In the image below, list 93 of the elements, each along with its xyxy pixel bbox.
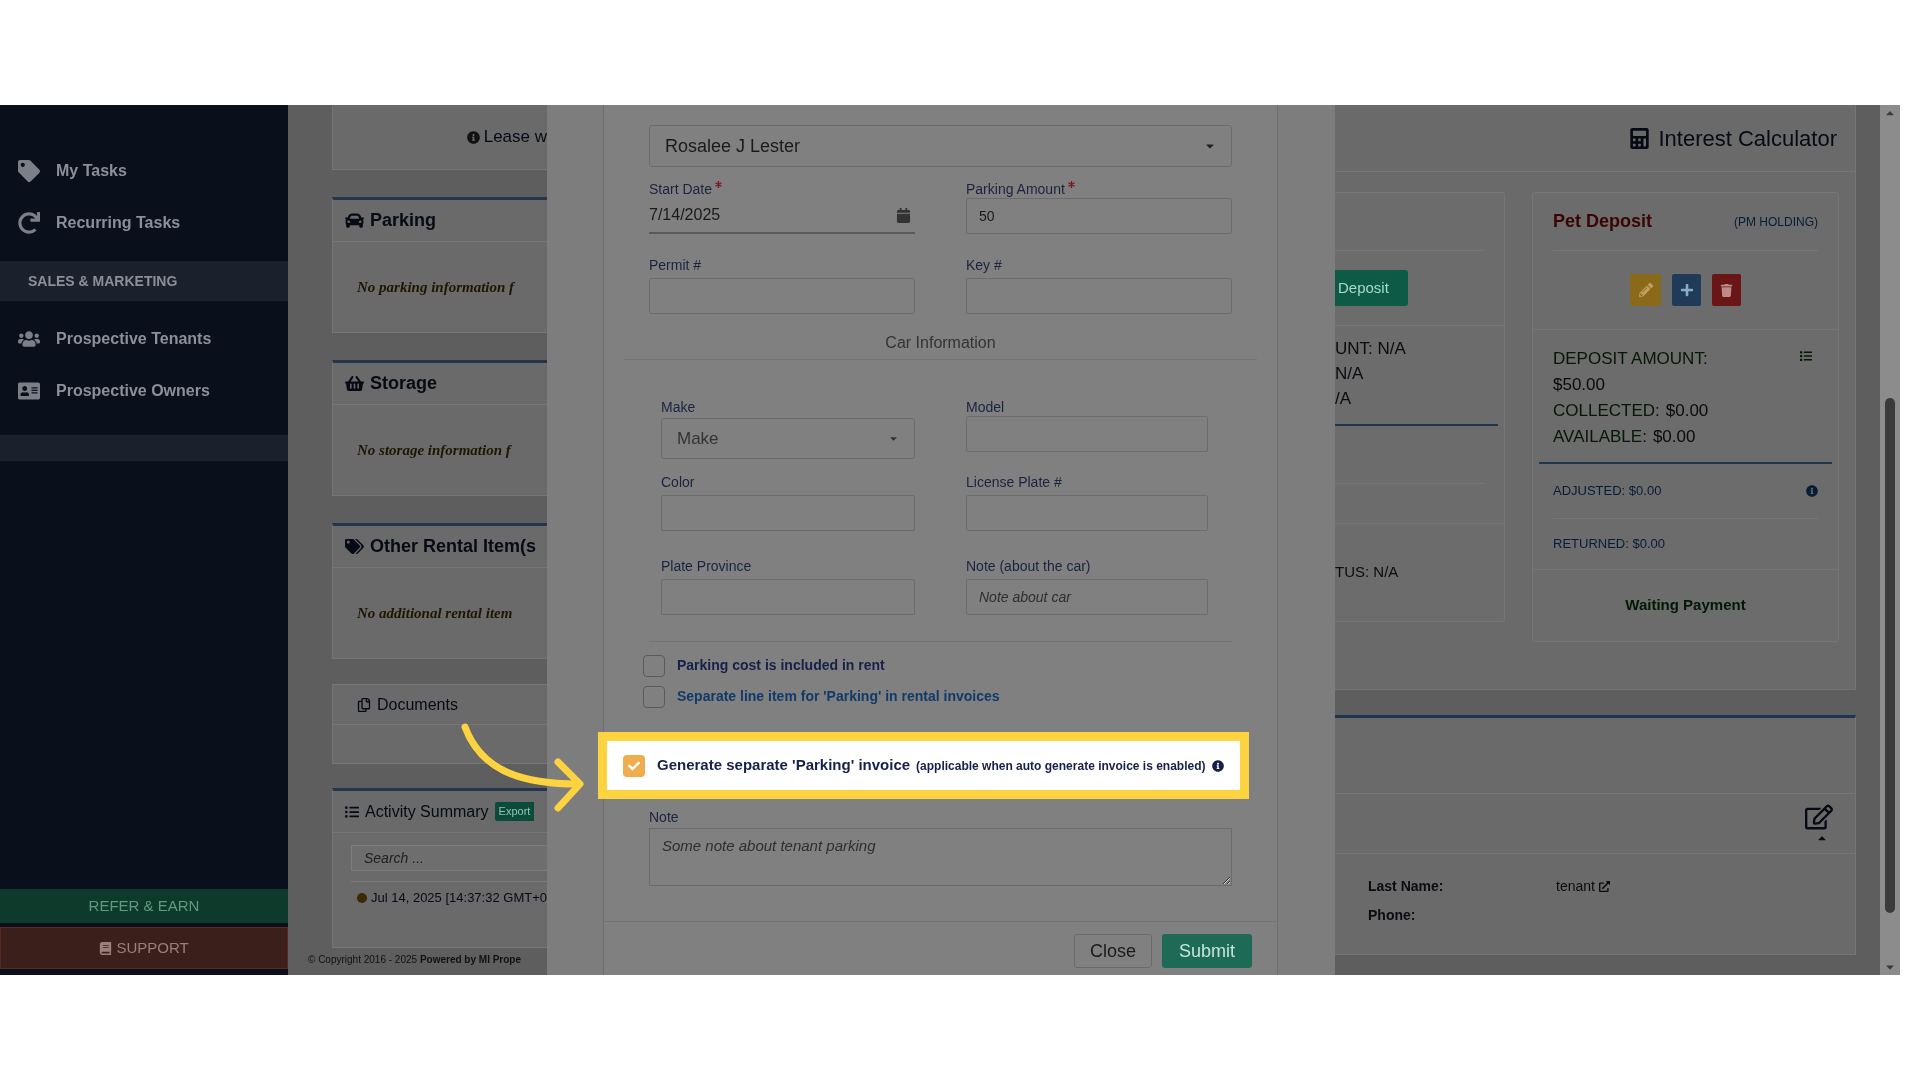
trash-icon bbox=[1720, 283, 1733, 297]
sidebar-section-header: SALES & MARKETING bbox=[0, 261, 288, 301]
summary-value: $0.00 bbox=[1652, 426, 1696, 448]
add-button[interactable] bbox=[1672, 274, 1701, 306]
lease-notice: Lease w bbox=[483, 126, 547, 149]
field-label: Last Name: bbox=[1368, 877, 1445, 896]
returned-amount: RETURNED: $0.00 bbox=[1553, 535, 1665, 554]
deposit-detail: N/A bbox=[1335, 363, 1365, 385]
calendar-icon bbox=[896, 207, 911, 223]
checkbox[interactable] bbox=[643, 654, 665, 677]
field-label: Note (about the car) bbox=[966, 557, 1091, 575]
input-field[interactable]: 50 bbox=[966, 198, 1232, 234]
summary-label: DEPOSIT AMOUNT: bbox=[1553, 348, 1708, 370]
basket-icon bbox=[345, 374, 364, 393]
panel-title: Documents bbox=[377, 694, 458, 715]
summary-label: COLLECTED: bbox=[1553, 400, 1660, 422]
car-icon bbox=[345, 211, 364, 230]
info-icon bbox=[466, 130, 480, 144]
panel-title: Activity Summary bbox=[365, 801, 489, 822]
empty-message: No parking information f bbox=[357, 277, 515, 297]
documents-icon bbox=[357, 697, 371, 712]
panel-title: Parking bbox=[370, 209, 437, 232]
list-icon bbox=[1800, 350, 1812, 362]
book-icon bbox=[99, 941, 113, 955]
checkbox[interactable] bbox=[643, 685, 665, 708]
support-button[interactable]: SUPPORT bbox=[0, 927, 288, 969]
field-label: Make bbox=[661, 398, 696, 416]
section-title: Car Information bbox=[885, 332, 996, 353]
field-label: Note bbox=[649, 808, 679, 826]
checkbox-hint: (applicable when auto generate invoice is enabled) bbox=[916, 757, 1206, 775]
checkbox-label: Generate separate 'Parking' invoice bbox=[657, 755, 911, 776]
tag-icon bbox=[18, 160, 40, 182]
field-label: Phone: bbox=[1368, 906, 1417, 925]
field-label: License Plate # bbox=[966, 473, 1062, 491]
calculator-icon bbox=[1629, 127, 1651, 149]
deposit-button[interactable]: Deposit bbox=[1335, 270, 1408, 306]
field-label: Model bbox=[966, 398, 1005, 416]
field-label: Plate Province bbox=[661, 557, 752, 575]
checkbox-label: Parking cost is included in rent bbox=[677, 656, 885, 675]
checkbox[interactable] bbox=[623, 754, 645, 777]
deposit-status: TUS: N/A bbox=[1335, 562, 1399, 583]
info-icon bbox=[1211, 759, 1224, 772]
pencil-icon bbox=[1638, 283, 1653, 297]
tenant-select[interactable]: Rosalee J Lester bbox=[649, 125, 1232, 167]
panel-title: Other Rental Item(s bbox=[370, 535, 537, 558]
panel-title: Storage bbox=[370, 372, 438, 395]
refer-button[interactable]: REFER & EARN bbox=[0, 889, 288, 923]
card-title: Pet Deposit bbox=[1553, 210, 1653, 233]
field-value: tenant bbox=[1556, 877, 1595, 896]
adjusted-amount: ADJUSTED: $0.00 bbox=[1553, 482, 1662, 501]
scrollbar-thumb[interactable] bbox=[1885, 397, 1895, 913]
deposit-detail: /A bbox=[1335, 388, 1353, 410]
summary-value: $50.00 bbox=[1553, 374, 1605, 396]
note-field[interactable]: Some note about tenant parking bbox=[649, 828, 1232, 886]
copyright-text: © Copyright 2016 - 2025 Powered by MI Prope bbox=[308, 953, 522, 967]
people-icon bbox=[18, 328, 40, 350]
field-label: Parking Amount bbox=[966, 180, 1065, 198]
date-field[interactable]: 7/14/2025 bbox=[649, 198, 915, 234]
empty-message: No storage information f bbox=[357, 440, 511, 460]
activity-entry: Jul 14, 2025 [14:37:32 GMT+0 bbox=[371, 889, 547, 907]
plus-icon bbox=[1679, 283, 1694, 297]
input-field[interactable]: Note about car bbox=[966, 579, 1208, 615]
checkbox-link-label: Separate line item for 'Parking' in rental invoices bbox=[677, 687, 1000, 706]
delete-button[interactable] bbox=[1712, 274, 1741, 306]
refresh-icon bbox=[18, 212, 40, 234]
make-select[interactable]: Make bbox=[661, 418, 915, 459]
deposit-detail: UNT: N/A bbox=[1335, 338, 1407, 360]
field-label: Permit # bbox=[649, 256, 702, 274]
empty-message: No additional rental item bbox=[357, 603, 513, 623]
field-label: Key # bbox=[966, 256, 1002, 274]
edit-icon[interactable] bbox=[1805, 804, 1833, 830]
field-label: Color bbox=[661, 473, 695, 491]
search-field[interactable]: Search ... bbox=[351, 845, 547, 871]
interest-calculator-link[interactable]: Interest Calculator bbox=[1658, 121, 1837, 155]
submit-button[interactable]: Submit bbox=[1162, 934, 1252, 968]
summary-label: AVAILABLE: bbox=[1553, 426, 1647, 448]
field-label: Start Date bbox=[649, 180, 713, 198]
tags-icon bbox=[345, 537, 364, 556]
sidebar-item[interactable]: My Tasks bbox=[0, 145, 288, 197]
summary-value: $0.00 bbox=[1665, 400, 1709, 422]
payment-status: Waiting Payment bbox=[1625, 595, 1746, 616]
edit-button[interactable] bbox=[1630, 274, 1661, 306]
id-card-icon bbox=[18, 380, 40, 402]
sidebar-item[interactable]: Recurring Tasks bbox=[0, 197, 288, 249]
sidebar-item[interactable]: Prospective Owners bbox=[0, 365, 288, 417]
export-badge[interactable]: Export bbox=[494, 802, 535, 821]
holding-label: (PM HOLDING) bbox=[1734, 213, 1818, 231]
sidebar-item[interactable]: Prospective Tenants bbox=[0, 313, 288, 365]
info-icon bbox=[1806, 485, 1818, 497]
check-icon bbox=[628, 759, 640, 772]
external-link-icon[interactable] bbox=[1598, 881, 1610, 892]
list-icon bbox=[345, 804, 359, 819]
close-button[interactable]: Close bbox=[1074, 934, 1152, 968]
